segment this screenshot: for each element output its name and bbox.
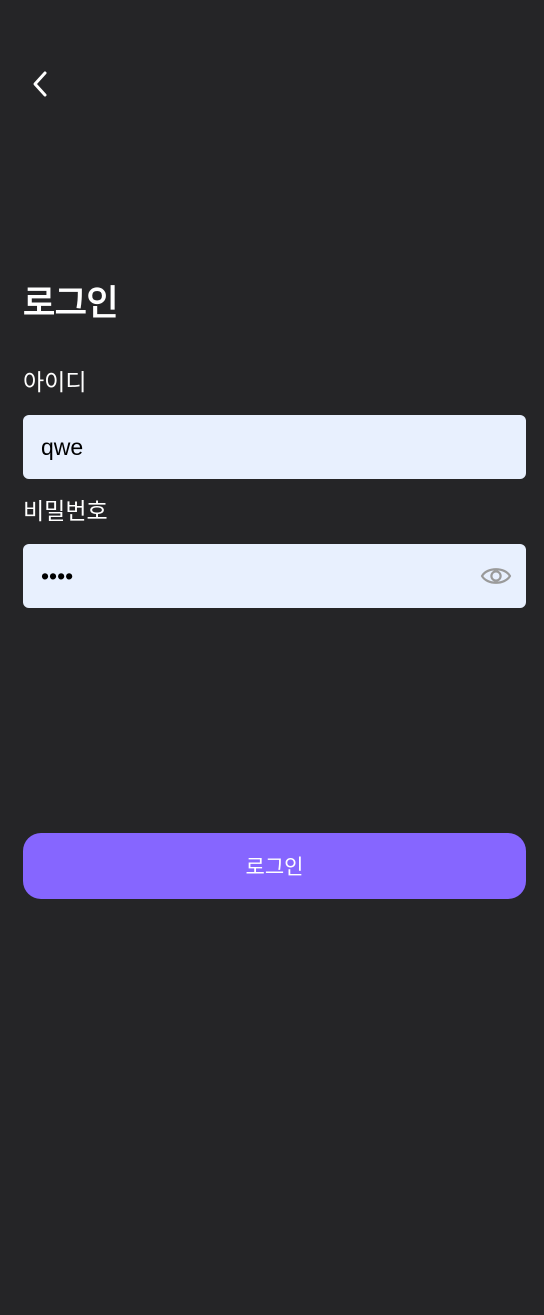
chevron-left-icon [33,71,47,97]
password-visibility-toggle[interactable] [480,561,512,591]
password-field-container [23,544,526,608]
eye-icon [480,568,512,584]
id-input[interactable] [23,415,526,479]
login-button[interactable]: 로그인 [23,833,526,899]
id-field-container [23,415,526,479]
id-label: 아이디 [23,370,87,396]
back-button[interactable] [22,66,58,102]
page-title: 로그인 [23,284,119,324]
password-input[interactable] [23,544,526,608]
password-label: 비밀번호 [23,499,108,525]
